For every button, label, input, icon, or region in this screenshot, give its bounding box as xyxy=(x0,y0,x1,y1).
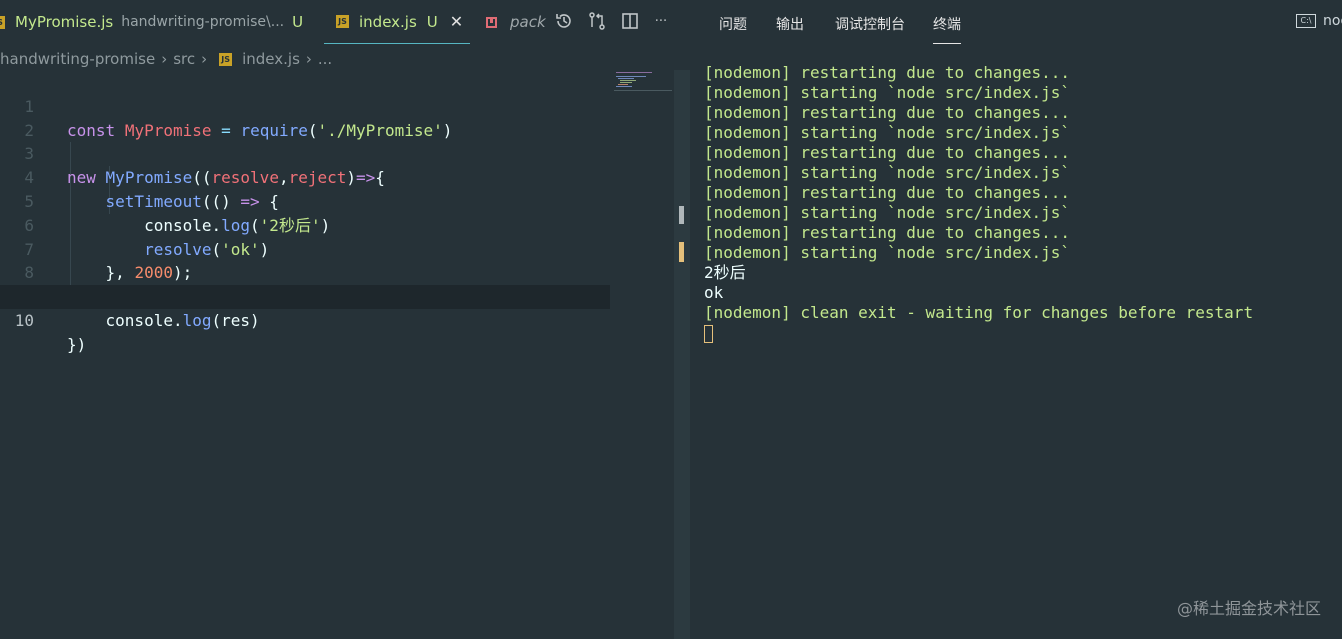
terminal-line: [nodemon] restarting due to changes... xyxy=(704,103,1071,122)
tab-title: pack xyxy=(510,13,546,31)
panel-tab-bar: 问题 输出 调试控制台 终端 C:\ nod xyxy=(690,0,1342,44)
minimap-line xyxy=(618,84,628,85)
code-text: }) xyxy=(67,334,87,354)
code-line: 5 console.log('2秒后') xyxy=(0,166,610,235)
tab-package-json[interactable]: pack xyxy=(486,0,546,44)
terminal-line: ok xyxy=(704,283,724,302)
js-file-icon: JS xyxy=(219,52,233,66)
code-line: 9 console.log(res) xyxy=(0,261,610,330)
minimap[interactable] xyxy=(614,70,672,92)
history-icon[interactable] xyxy=(553,10,575,32)
terminal-line: [nodemon] starting `node src/index.js` xyxy=(704,163,1071,182)
breadcrumb: handwriting-promise › src › JS index.js … xyxy=(0,46,674,72)
chevron-right-icon: › xyxy=(201,50,208,68)
code-text: console.log(res) xyxy=(105,310,260,330)
minimap-line xyxy=(616,76,646,77)
tab-problems[interactable]: 问题 xyxy=(719,14,747,34)
tab-debug-console[interactable]: 调试控制台 xyxy=(835,14,905,34)
chevron-right-icon: › xyxy=(305,50,312,68)
editor-group: JS MyPromise.js handwriting-promise\... … xyxy=(0,0,690,639)
code-line: 2 xyxy=(0,95,610,140)
tab-output[interactable]: 输出 xyxy=(776,14,804,34)
terminal-cursor xyxy=(704,324,713,343)
minimap-viewport xyxy=(614,90,672,91)
breadcrumb-file[interactable]: index.js xyxy=(242,50,300,68)
minimap-line xyxy=(620,80,636,81)
tab-title: MyPromise.js xyxy=(15,13,114,31)
code-line: 7 }, 2000); xyxy=(0,214,610,283)
minimap-line xyxy=(616,86,632,87)
code-line: 6 resolve('ok') xyxy=(0,190,610,259)
breadcrumb-folder[interactable]: handwriting-promise xyxy=(0,50,155,68)
scrollbar-thumb[interactable] xyxy=(679,206,684,224)
terminal-line: [nodemon] restarting due to changes... xyxy=(704,63,1071,82)
terminal-line: [nodemon] restarting due to changes... xyxy=(704,143,1071,162)
terminal-line: [nodemon] starting `node src/index.js` xyxy=(704,123,1071,142)
terminal-line: [nodemon] starting `node src/index.js` xyxy=(704,83,1071,102)
terminal-line: [nodemon] starting `node src/index.js` xyxy=(704,243,1071,262)
minimap-line xyxy=(618,78,634,79)
minimap-line xyxy=(620,82,632,83)
tab-description: handwriting-promise\... xyxy=(121,14,285,30)
scrollbar-marker xyxy=(679,242,684,262)
terminal-output[interactable]: [nodemon] restarting due to changes... [… xyxy=(704,63,1334,343)
more-actions-icon[interactable]: ··· xyxy=(650,10,672,32)
package-icon xyxy=(486,16,497,28)
code-line: 3 new MyPromise((resolve,reject)=>{ xyxy=(0,119,610,187)
tab-index-js[interactable]: JS index.js U ✕ xyxy=(324,0,470,44)
terminal-selector[interactable]: C:\ nod xyxy=(1296,13,1342,29)
code-line: 1 const MyPromise = require('./MyPromise… xyxy=(0,71,610,140)
editor-scrollbar[interactable] xyxy=(674,70,690,639)
terminal-line: [nodemon] restarting due to changes... xyxy=(704,223,1071,242)
compare-changes-icon[interactable] xyxy=(586,10,608,32)
terminal-selector-label: nod xyxy=(1323,13,1342,29)
terminal-cmd-icon: C:\ xyxy=(1296,14,1316,28)
close-icon[interactable]: ✕ xyxy=(450,12,463,31)
js-file-icon: JS xyxy=(336,15,349,28)
tab-git-status: U xyxy=(292,13,304,31)
line-number: 10 xyxy=(14,310,34,330)
minimap-line xyxy=(616,72,652,73)
code-line-current: 10 }) xyxy=(0,285,610,354)
tab-title: index.js xyxy=(359,12,417,31)
split-editor-icon[interactable] xyxy=(619,10,641,32)
code-line: 4 setTimeout(() => { xyxy=(0,142,610,211)
breadcrumb-symbol[interactable]: ... xyxy=(318,50,332,68)
tab-terminal[interactable]: 终端 xyxy=(933,14,961,44)
js-file-icon: JS xyxy=(0,15,5,29)
bottom-panel: 问题 输出 调试控制台 终端 C:\ nod [nodemon] restart… xyxy=(690,0,1342,639)
terminal-line: 2秒后 xyxy=(704,263,746,282)
code-line: 8 }).then(res=>{ xyxy=(0,238,610,306)
terminal-line: [nodemon] starting `node src/index.js` xyxy=(704,203,1071,222)
tab-git-status: U xyxy=(426,12,438,31)
terminal-line: [nodemon] restarting due to changes... xyxy=(704,183,1071,202)
tab-mypromise-js[interactable]: JS MyPromise.js handwriting-promise\... … xyxy=(0,0,324,44)
terminal-prompt-line xyxy=(704,323,1334,343)
breadcrumb-folder[interactable]: src xyxy=(173,50,195,68)
watermark: @稀土掘金技术社区 xyxy=(1176,599,1321,618)
terminal-line: [nodemon] clean exit - waiting for chang… xyxy=(704,303,1254,322)
code-editor[interactable]: 1 const MyPromise = require('./MyPromise… xyxy=(0,71,610,354)
scrollbar-track[interactable] xyxy=(674,70,690,639)
editor-tab-bar: JS MyPromise.js handwriting-promise\... … xyxy=(0,0,674,44)
chevron-right-icon: › xyxy=(161,50,168,68)
